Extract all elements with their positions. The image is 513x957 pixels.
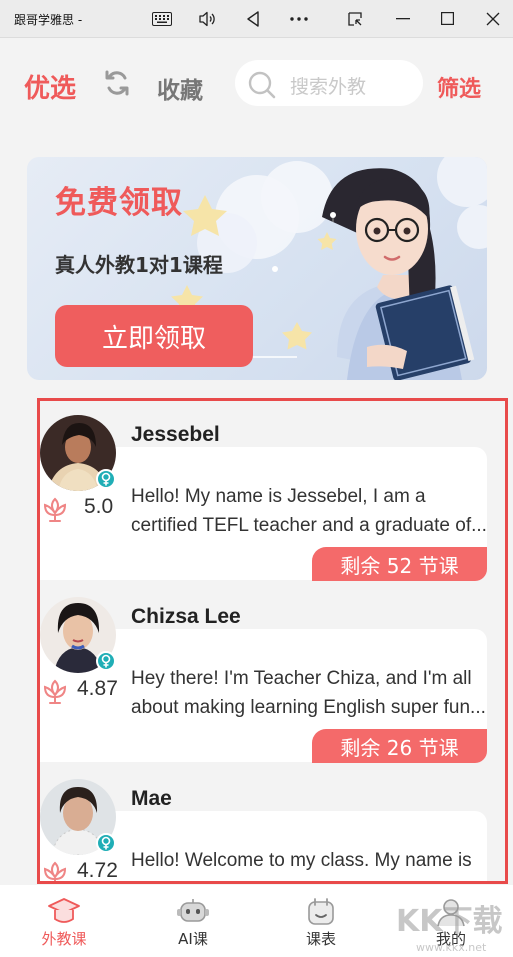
maximize-icon [440, 12, 454, 25]
more-button[interactable] [284, 0, 314, 37]
female-badge [96, 651, 116, 671]
watermark-logo: KK下载 www.kkx.net [396, 904, 503, 954]
teacher-intro: Hey there! I'm Teacher Chiza, and I'm al… [131, 668, 486, 718]
window-title: 跟哥学雅思 - [14, 13, 83, 27]
female-badge [96, 833, 116, 853]
teacher-card[interactable]: 5.0 Jessebel Hello! My name is Jessebel,… [40, 404, 505, 586]
svg-text:www.kkx.net: www.kkx.net [416, 941, 487, 954]
teacher-name: Mae [131, 787, 172, 810]
lessons-remaining-badge: 剩余 52 节课 [312, 547, 487, 581]
teacher-intro: Hello! Welcome to my class. My name is M… [131, 850, 474, 881]
teacher-name: Chizsa Lee [131, 605, 241, 628]
minimize-button[interactable] [386, 0, 420, 37]
calendar-icon [308, 898, 334, 925]
teacher-rating: 5.0 [84, 495, 114, 518]
window-title-bar: 跟哥学雅思 - [0, 0, 513, 38]
filter-button[interactable]: 筛选 [437, 71, 481, 103]
tab-recommended[interactable]: 优选 [24, 68, 76, 105]
nav-item-schedule[interactable]: 课表 [276, 885, 366, 957]
female-icon [101, 472, 111, 486]
maximize-button[interactable] [430, 0, 464, 37]
teacher-list[interactable]: 5.0 Jessebel Hello! My name is Jessebel,… [37, 398, 508, 884]
banner-title: 免费领取 [55, 185, 183, 221]
teacher-card[interactable]: 4.87 Chizsa Lee Hey there! I'm Teacher C… [40, 586, 505, 768]
female-icon [101, 654, 111, 668]
tab-favorites[interactable]: 收藏 [157, 71, 203, 105]
robot-icon [177, 899, 209, 922]
more-dots-icon [290, 16, 308, 21]
close-button[interactable] [476, 0, 510, 37]
back-triangle-icon [247, 10, 259, 27]
keyboard-button[interactable] [146, 0, 178, 37]
search-icon [248, 71, 276, 99]
teacher-card[interactable]: 4.72 Mae Hello! Welcome to my class. My … [40, 768, 505, 882]
banner-subtitle: 真人外教1对1课程 [55, 253, 223, 277]
nav-label: 课表 [305, 930, 336, 948]
back-button[interactable] [238, 0, 268, 37]
promo-banner[interactable]: 免费领取 真人外教1对1课程 立即领取 [27, 157, 487, 380]
teacher-name: Jessebel [131, 423, 220, 446]
nav-item-foreign-teacher[interactable]: 外教课 [19, 885, 109, 957]
lessons-remaining-badge: 剩余 26 节课 [312, 729, 487, 763]
nav-item-ai[interactable]: AI课 [148, 885, 238, 957]
teacher-rating: 4.87 [77, 677, 118, 700]
pip-button[interactable] [340, 0, 370, 37]
top-header: 优选 收藏 搜索外教 筛选 [0, 38, 513, 138]
close-icon [486, 12, 500, 25]
volume-button[interactable] [192, 0, 222, 37]
speaker-icon [199, 11, 215, 26]
nav-label: AI课 [178, 930, 208, 948]
svg-text:KK下载: KK下载 [396, 904, 503, 939]
flower-rating-icon [43, 679, 67, 704]
search-input[interactable]: 搜索外教 [235, 60, 423, 106]
female-icon [101, 836, 111, 850]
picture-in-picture-icon [348, 11, 362, 26]
flower-rating-icon [43, 497, 67, 522]
teacher-rating: 4.72 [77, 859, 118, 882]
refresh-icon[interactable] [102, 68, 132, 98]
nav-label: 外教课 [41, 930, 87, 948]
minimize-icon [396, 17, 410, 19]
flower-rating-icon [43, 861, 67, 881]
claim-now-button[interactable]: 立即领取 [55, 305, 253, 367]
graduation-cap-icon [48, 898, 80, 923]
keyboard-icon [152, 11, 172, 26]
teacher-intro: Hello! My name is Jessebel, I am a certi… [131, 486, 487, 536]
search-placeholder: 搜索外教 [290, 76, 367, 98]
female-badge [96, 469, 116, 489]
